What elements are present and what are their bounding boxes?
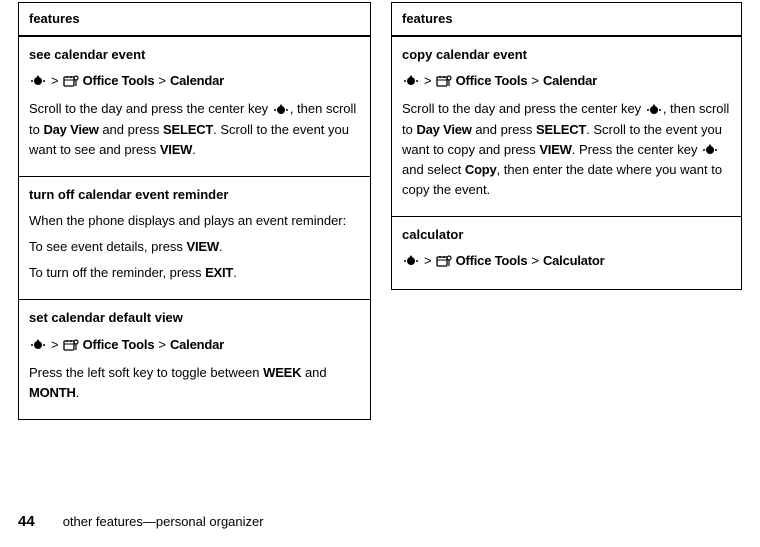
nav-item: Office Tools <box>83 335 155 355</box>
office-tools-icon <box>63 338 79 352</box>
center-key-icon <box>272 104 290 116</box>
chevron: > <box>531 71 539 91</box>
feature-title: calculator <box>402 225 731 245</box>
center-key-icon <box>402 75 420 87</box>
instruction-text: To see event details, press VIEW. <box>29 237 360 257</box>
nav-item: Office Tools <box>456 251 528 271</box>
office-tools-icon <box>63 74 79 88</box>
nav-item: Calendar <box>170 335 224 355</box>
instruction-text: To turn off the reminder, press EXIT. <box>29 263 360 283</box>
center-key-icon <box>645 104 663 116</box>
nav-path: > Office Tools > Calendar <box>29 335 360 355</box>
page-footer: 44 other features—personal organizer <box>18 510 264 533</box>
nav-item: Office Tools <box>83 71 155 91</box>
instruction-text: Press the left soft key to toggle betwee… <box>29 363 360 403</box>
column-header-left: features <box>19 3 370 37</box>
footer-text: other features—personal organizer <box>63 512 264 532</box>
feature-cell: see calendar event > Office Tools > Cale… <box>19 37 370 177</box>
nav-item: Calculator <box>543 251 605 271</box>
feature-cell: set calendar default view > Office Tools… <box>19 300 370 419</box>
feature-cell: turn off calendar event reminder When th… <box>19 177 370 301</box>
chevron: > <box>424 251 432 271</box>
column-header-right: features <box>392 3 741 37</box>
center-key-icon <box>402 255 420 267</box>
chevron: > <box>158 71 166 91</box>
instruction-text: Scroll to the day and press the center k… <box>402 99 731 200</box>
nav-item: Calendar <box>543 71 597 91</box>
chevron: > <box>51 71 59 91</box>
feature-cell: copy calendar event > Office Tools > Cal… <box>392 37 741 217</box>
left-column: features see calendar event > Office Too… <box>18 2 371 420</box>
nav-path: > Office Tools > Calendar <box>402 71 731 91</box>
chevron: > <box>424 71 432 91</box>
right-column: features copy calendar event > Office To… <box>391 2 742 290</box>
feature-title: copy calendar event <box>402 45 731 65</box>
chevron: > <box>158 335 166 355</box>
center-key-icon <box>701 144 719 156</box>
right-column-wrap: features copy calendar event > Office To… <box>391 2 742 420</box>
feature-cell: calculator > Office Tools > Calculator <box>392 217 741 289</box>
instruction-text: Scroll to the day and press the center k… <box>29 99 360 159</box>
instruction-text: When the phone displays and plays an eve… <box>29 211 360 231</box>
feature-title: set calendar default view <box>29 308 360 328</box>
nav-path: > Office Tools > Calendar <box>29 71 360 91</box>
office-tools-icon <box>436 254 452 268</box>
page-columns: features see calendar event > Office Too… <box>0 0 760 420</box>
page-number: 44 <box>18 510 35 533</box>
office-tools-icon <box>436 74 452 88</box>
nav-item: Office Tools <box>456 71 528 91</box>
center-key-icon <box>29 339 47 351</box>
chevron: > <box>51 335 59 355</box>
center-key-icon <box>29 75 47 87</box>
feature-title: see calendar event <box>29 45 360 65</box>
chevron: > <box>531 251 539 271</box>
feature-title: turn off calendar event reminder <box>29 185 360 205</box>
nav-path: > Office Tools > Calculator <box>402 251 731 271</box>
nav-item: Calendar <box>170 71 224 91</box>
